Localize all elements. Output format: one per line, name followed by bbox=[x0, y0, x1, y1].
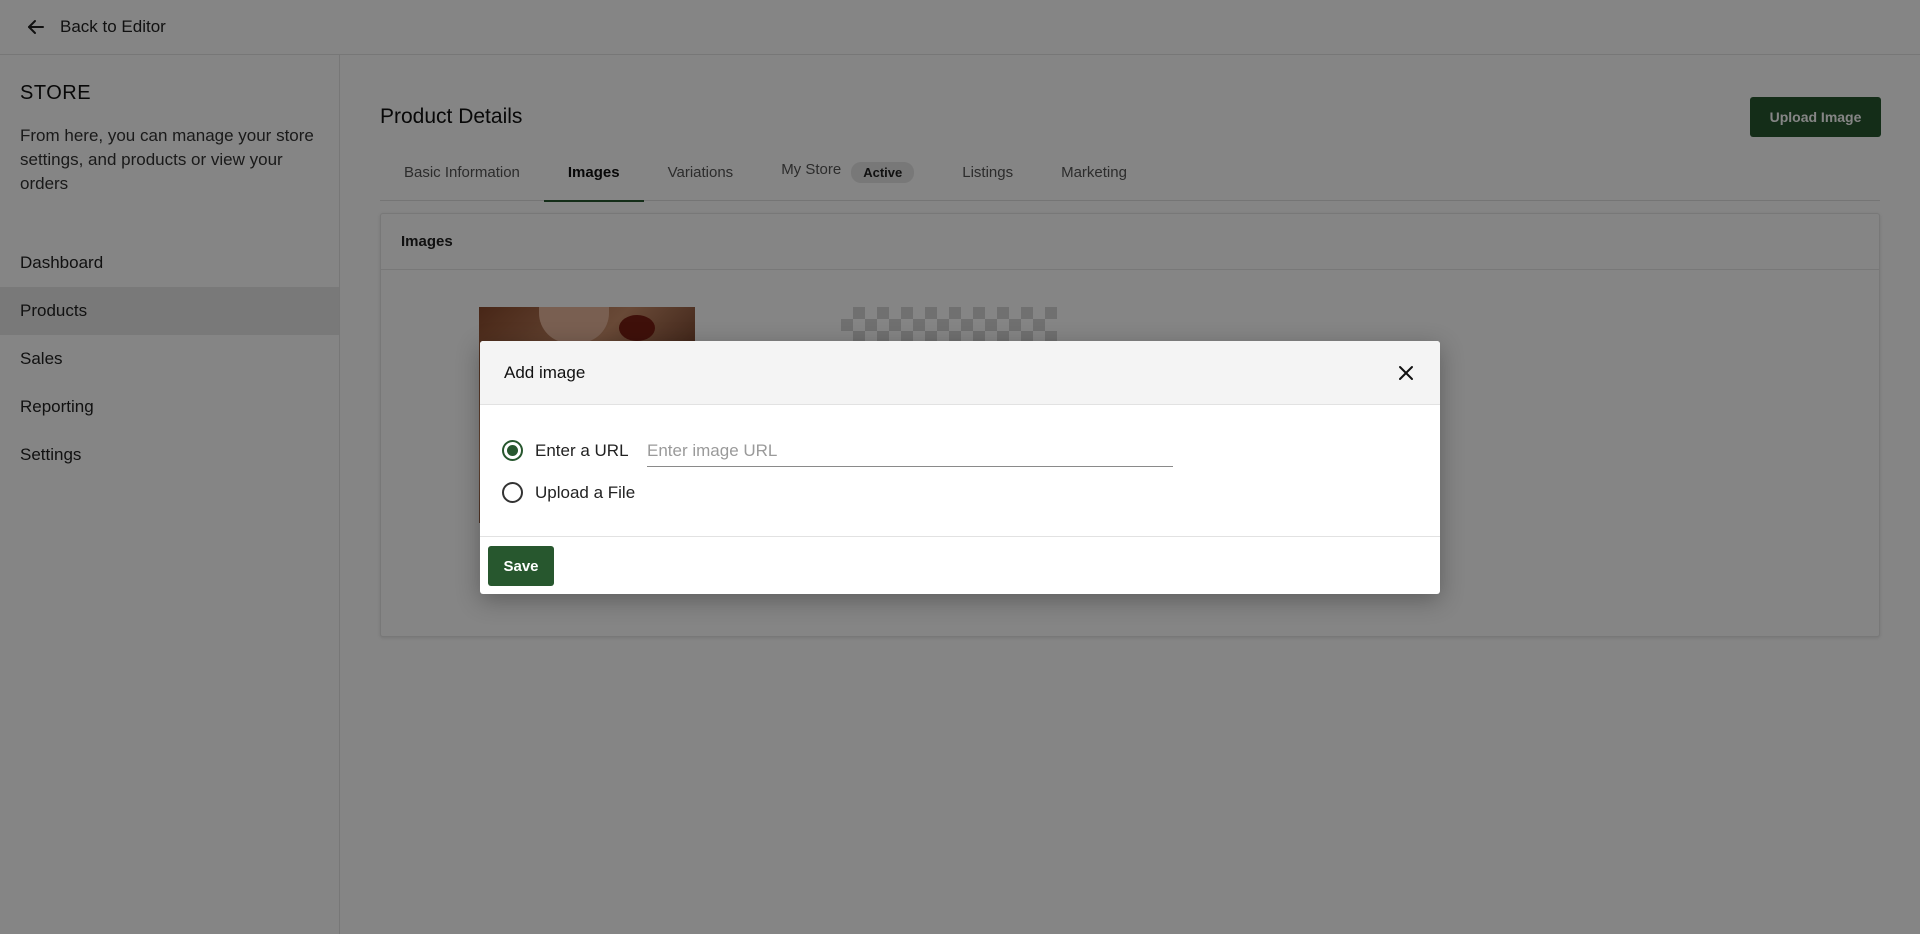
dialog-header: Add image bbox=[480, 341, 1440, 405]
radio-enter-url[interactable] bbox=[502, 440, 523, 461]
option-enter-url[interactable]: Enter a URL bbox=[502, 440, 629, 461]
dialog-body: Enter a URL Upload a File bbox=[480, 405, 1440, 537]
dialog-title: Add image bbox=[504, 362, 586, 382]
radio-upload-file[interactable] bbox=[502, 482, 523, 503]
close-button[interactable] bbox=[1392, 359, 1420, 387]
add-image-dialog: Add image Enter a URL Upload a File Save bbox=[480, 341, 1440, 594]
save-button[interactable]: Save bbox=[488, 546, 554, 586]
option-upload-file[interactable]: Upload a File bbox=[502, 482, 635, 503]
dialog-footer: Save bbox=[480, 537, 1440, 594]
close-icon bbox=[1399, 365, 1413, 380]
option-upload-file-label: Upload a File bbox=[535, 482, 636, 502]
option-enter-url-label: Enter a URL bbox=[535, 440, 629, 460]
image-url-input[interactable] bbox=[647, 435, 1173, 467]
